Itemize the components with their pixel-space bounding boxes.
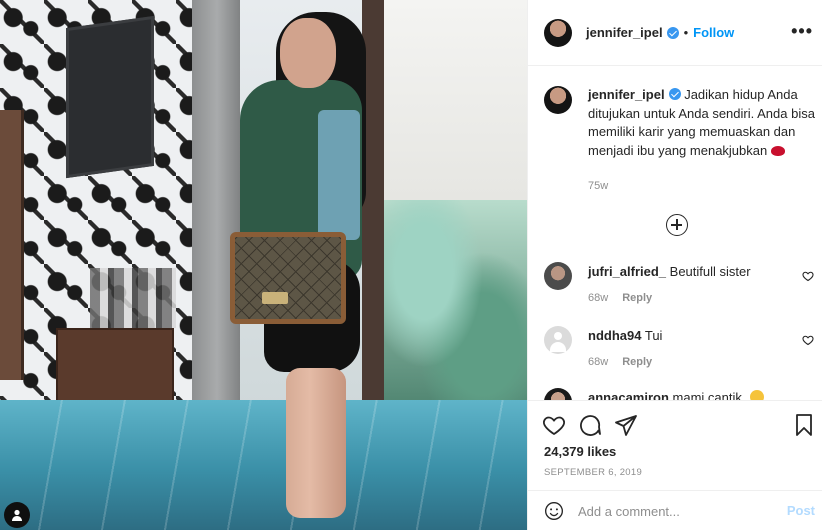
post-side-panel: jennifer_ipel • Follow ••• jennifer_ipel… — [527, 0, 822, 530]
action-bar — [528, 400, 822, 444]
heart-icon[interactable] — [542, 413, 566, 437]
comment-text: Beutifull sister — [669, 264, 751, 279]
woman-top — [318, 110, 360, 240]
comment-icon[interactable] — [578, 413, 602, 437]
comment-text: Tui — [644, 328, 663, 343]
comment-username[interactable]: jufri_alfried_ — [588, 264, 666, 279]
post-photo[interactable] — [0, 0, 527, 530]
handbag-clasp — [262, 292, 288, 304]
post-header: jennifer_ipel • Follow ••• — [528, 0, 822, 66]
heart-icon[interactable] — [802, 270, 814, 282]
comment-time[interactable]: 68w — [588, 292, 608, 304]
comments-scroll-area[interactable]: jennifer_ipel Jadikan hidup Anda ditujuk… — [528, 66, 822, 400]
reply-button[interactable]: Reply — [622, 292, 652, 304]
comment-username[interactable]: annacamiron — [588, 390, 669, 400]
comment-item: nddha94 Tui 68w Reply — [544, 326, 814, 386]
comment-item: jufri_alfried_ Beutifull sister 68w Reply — [544, 262, 814, 322]
bookmark-icon[interactable] — [792, 413, 816, 437]
shelf — [0, 110, 24, 380]
commenter-avatar[interactable] — [544, 326, 572, 354]
comment-input[interactable] — [578, 501, 778, 521]
glass-floor — [0, 400, 527, 530]
window-blind — [370, 0, 527, 200]
post-date[interactable]: SEPTEMBER 6, 2019 — [544, 467, 642, 478]
woman-face — [280, 18, 336, 88]
caption-timestamp[interactable]: 75w — [588, 180, 608, 192]
comment-time[interactable]: 68w — [588, 356, 608, 368]
comment-item: annacamiron mami cantik — [544, 388, 814, 400]
comment-line: jufri_alfried_ Beutifull sister — [588, 264, 751, 279]
stone-pillar — [192, 0, 242, 410]
reply-button[interactable]: Reply — [622, 356, 652, 368]
heart-icon[interactable] — [802, 334, 814, 346]
quilted-handbag — [230, 232, 346, 324]
likes-count[interactable]: 24,379 likes — [544, 444, 616, 459]
verified-badge-icon — [666, 26, 679, 39]
share-icon[interactable] — [614, 413, 638, 437]
comment-username[interactable]: nddha94 — [588, 328, 641, 343]
author-username[interactable]: jennifer_ipel — [586, 25, 663, 40]
woman-legs — [286, 368, 346, 518]
comment-meta: 68w Reply — [588, 356, 652, 368]
comment-line: annacamiron mami cantik — [588, 390, 764, 400]
caption-avatar[interactable] — [544, 86, 572, 114]
add-comment-bar: Post — [528, 490, 822, 530]
commenter-avatar[interactable] — [544, 262, 572, 290]
separator-dot: • — [683, 25, 689, 40]
follow-button[interactable]: Follow — [693, 25, 734, 40]
photo-frames — [90, 268, 176, 328]
emoji-icon[interactable] — [544, 501, 564, 521]
commenter-avatar[interactable] — [544, 388, 572, 400]
author-avatar[interactable] — [544, 18, 572, 47]
caption-text: jennifer_ipel Jadikan hidup Anda ditujuk… — [588, 86, 820, 160]
caption-username[interactable]: jennifer_ipel — [588, 87, 665, 102]
user-tag-icon[interactable] — [4, 502, 30, 528]
lips-emoji-icon — [770, 145, 785, 156]
load-more-icon[interactable] — [666, 214, 688, 236]
smile-emoji-icon — [749, 390, 764, 400]
wall-tv — [66, 15, 154, 179]
comment-line: nddha94 Tui — [588, 328, 662, 343]
post-button[interactable]: Post — [787, 503, 815, 518]
comment-text: mami cantik — [672, 390, 742, 400]
verified-badge-icon — [668, 88, 681, 100]
comment-meta: 68w Reply — [588, 292, 652, 304]
more-options-icon[interactable]: ••• — [791, 22, 813, 40]
